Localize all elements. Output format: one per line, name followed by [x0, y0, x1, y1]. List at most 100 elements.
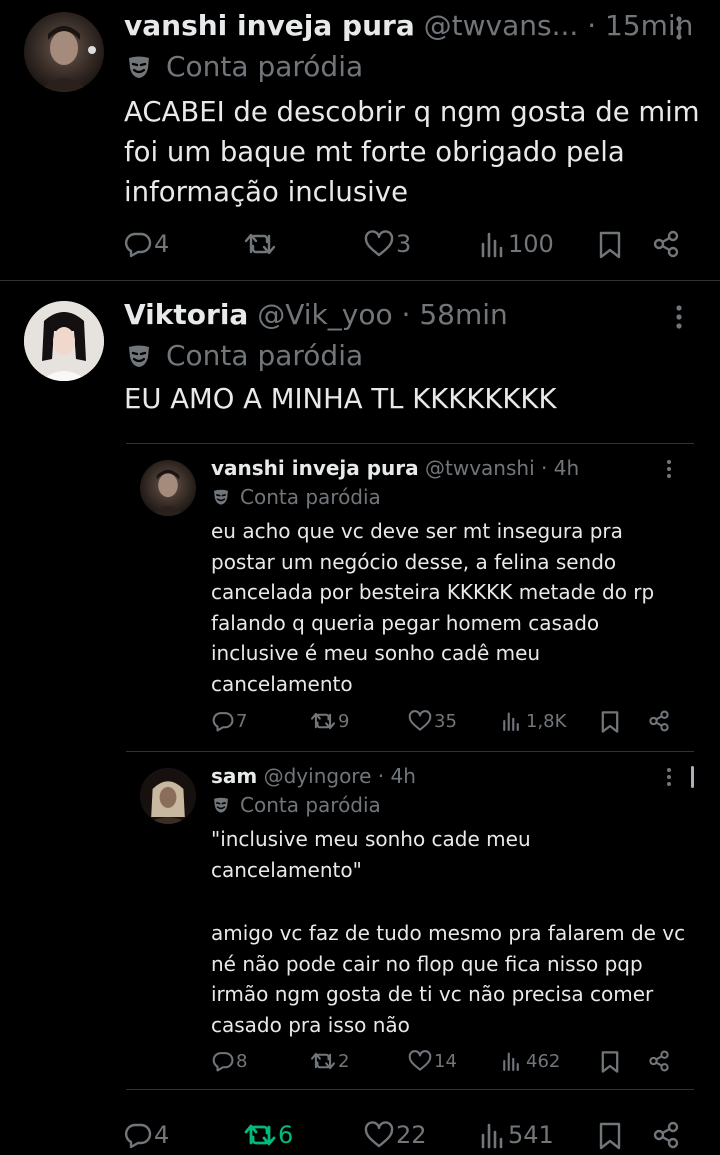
quote-divider: [126, 1089, 694, 1090]
views-count: 541: [508, 1121, 554, 1149]
reply-button[interactable]: 8: [212, 1050, 247, 1072]
parody-badge: Conta paródia: [212, 484, 381, 510]
display-name[interactable]: vanshi inveja pura: [124, 9, 415, 42]
views-button[interactable]: 462: [502, 1050, 560, 1072]
bookmark-button[interactable]: [598, 230, 622, 260]
like-button[interactable]: 3: [364, 230, 411, 258]
avatar[interactable]: [140, 768, 196, 824]
bookmark-icon: [601, 711, 619, 733]
parody-badge: Conta paródia: [212, 792, 381, 818]
text-line: ACABEI de descobrir q ngm gosta de mim: [124, 96, 700, 128]
like-count: 35: [434, 710, 457, 732]
more-icon[interactable]: [664, 766, 674, 788]
views-count: 100: [508, 230, 554, 258]
avatar-image: [140, 768, 196, 824]
text-line: amigo vc faz de tudo mesmo pra falarem d…: [211, 921, 686, 945]
avatar-image: [38, 26, 96, 92]
reply-button[interactable]: 4: [124, 230, 169, 258]
views-button[interactable]: 541: [480, 1121, 554, 1149]
bookmark-icon: [599, 231, 621, 259]
text-line: foi um baque mt forte obrigado pela: [124, 136, 625, 168]
parody-mask-icon: [126, 343, 152, 369]
like-icon: [408, 1050, 432, 1071]
tweet-text: "inclusive meu sonho cade meu cancelamen…: [211, 824, 685, 1040]
text-line: casado pra isso não: [211, 1012, 410, 1037]
scrollbar[interactable]: [691, 766, 694, 788]
retweet-count: 9: [338, 710, 350, 732]
like-count: 3: [396, 230, 412, 258]
user-handle[interactable]: @twvans...: [424, 9, 579, 42]
like-count: 14: [434, 1050, 457, 1072]
quoted-tweet-1[interactable]: vanshi inveja pura @twvanshi · 4h Conta …: [126, 444, 694, 750]
avatar-image: [24, 301, 104, 381]
bookmark-button[interactable]: [598, 1121, 622, 1151]
user-handle[interactable]: @twvanshi: [425, 456, 535, 480]
share-icon: [649, 1050, 669, 1072]
retweet-count: 6: [278, 1121, 294, 1149]
text-line: né não pode cair no flop que fica nisso …: [211, 951, 643, 976]
display-name[interactable]: sam: [211, 764, 257, 788]
text-line: [211, 885, 685, 918]
retweet-button[interactable]: 9: [310, 710, 349, 732]
like-icon: [408, 710, 432, 731]
text-line: falando q queria pegar homem casado: [211, 610, 600, 635]
reply-icon: [212, 712, 234, 732]
bookmark-button[interactable]: [600, 1050, 620, 1074]
reply-button[interactable]: 7: [212, 710, 247, 732]
like-count: 22: [396, 1121, 427, 1149]
text-line: irmão ngm gosta de ti vc não precisa com…: [211, 982, 654, 1006]
avatar[interactable]: [24, 301, 104, 381]
tweet-1[interactable]: vanshi inveja pura @twvans... · 15min Co…: [0, 0, 720, 280]
retweet-icon: [244, 1124, 276, 1146]
parody-label: Conta paródia: [240, 793, 381, 817]
display-name[interactable]: Viktoria: [124, 298, 248, 331]
share-button[interactable]: [652, 1121, 680, 1149]
share-button[interactable]: [648, 1050, 670, 1072]
share-button[interactable]: [652, 230, 680, 258]
parody-mask-icon: [212, 488, 230, 506]
retweet-button[interactable]: 6: [244, 1121, 293, 1149]
views-button[interactable]: 1,8K: [502, 710, 566, 732]
parody-label: Conta paródia: [166, 50, 364, 83]
text-line: postar um negócio desse, a felina sendo: [211, 549, 617, 574]
views-icon: [481, 1123, 503, 1149]
reply-button[interactable]: 4: [124, 1121, 169, 1149]
like-icon: [364, 1121, 394, 1148]
retweet-button[interactable]: 2: [310, 1050, 349, 1072]
more-icon[interactable]: [672, 303, 686, 331]
retweet-icon: [310, 1052, 336, 1070]
reply-count: 8: [236, 1050, 248, 1072]
user-handle[interactable]: @dyingore: [264, 764, 372, 788]
reply-icon: [124, 232, 152, 258]
like-button[interactable]: 22: [364, 1121, 427, 1149]
tweet-text: eu acho que vc deve ser mt insegura pra …: [211, 516, 654, 699]
more-icon[interactable]: [672, 14, 686, 42]
bookmark-icon: [599, 1122, 621, 1150]
share-icon: [649, 710, 669, 732]
avatar[interactable]: [24, 12, 104, 92]
text-line: inclusive é meu sonho cadê meu: [211, 641, 541, 665]
timestamp[interactable]: · 4h: [541, 456, 579, 480]
views-count: 1,8K: [526, 710, 567, 732]
share-button[interactable]: [648, 710, 670, 732]
tweet-text: EU AMO A MINHA TL KKKKKKKK: [124, 383, 557, 415]
like-button[interactable]: 35: [408, 710, 457, 732]
retweet-button[interactable]: [244, 230, 276, 258]
timestamp[interactable]: · 58min: [402, 298, 508, 331]
display-name[interactable]: vanshi inveja pura: [211, 456, 419, 480]
text-line: eu acho que vc deve ser mt insegura pra: [211, 519, 623, 543]
views-button[interactable]: 100: [480, 230, 554, 258]
bookmark-button[interactable]: [600, 710, 620, 734]
share-icon: [653, 1121, 679, 1149]
more-icon[interactable]: [664, 458, 674, 480]
quoted-tweet-2[interactable]: sam @dyingore · 4h Conta paródia "inclus…: [126, 752, 694, 1090]
timestamp[interactable]: · 4h: [378, 764, 416, 788]
parody-label: Conta paródia: [240, 485, 381, 509]
avatar[interactable]: [140, 460, 196, 516]
tweet-2[interactable]: Viktoria @Vik_yoo · 58min Conta paródia …: [0, 281, 720, 1155]
text-line: cancelamento: [211, 671, 353, 696]
parody-mask-icon: [212, 796, 230, 814]
like-button[interactable]: 14: [408, 1050, 457, 1072]
reply-count: 4: [154, 230, 170, 258]
user-handle[interactable]: @Vik_yoo: [257, 298, 392, 331]
